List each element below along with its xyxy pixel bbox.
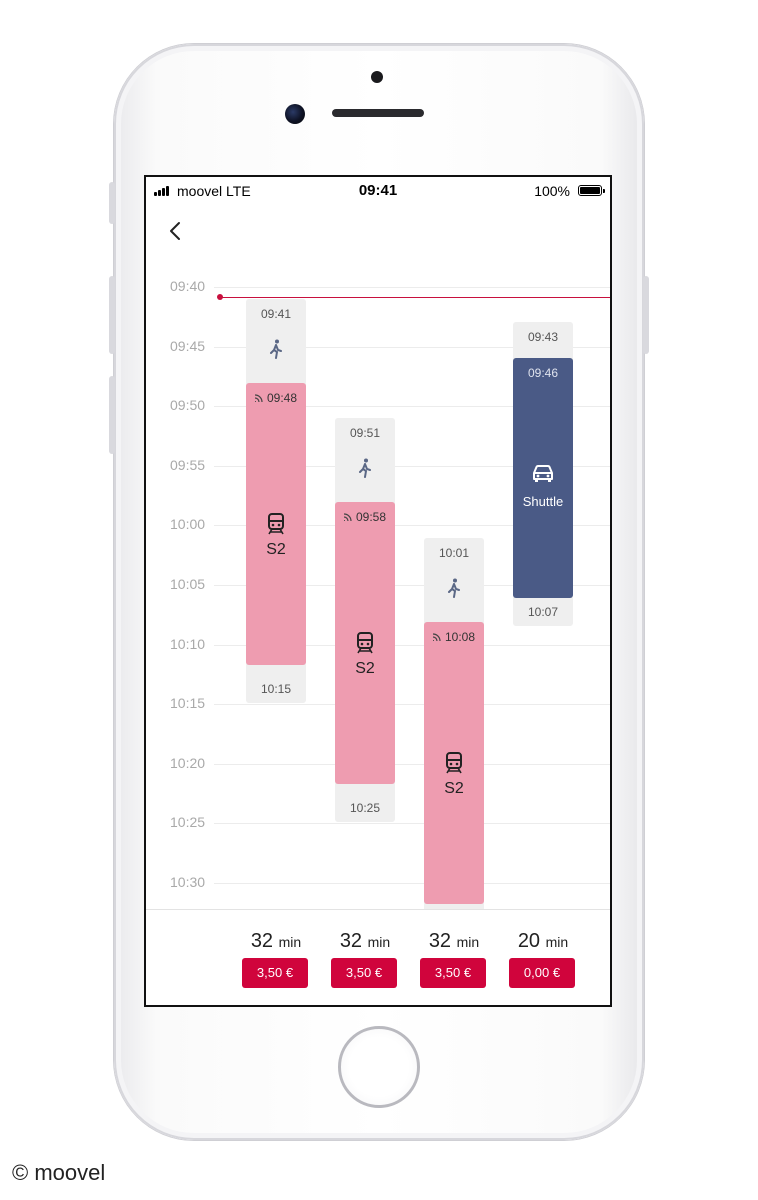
time-label: 09:45 xyxy=(170,337,206,354)
line-label: Shuttle xyxy=(522,494,564,509)
arrival-time: 10:07 xyxy=(527,605,559,619)
duration-label: 32 min xyxy=(250,930,302,952)
front-camera xyxy=(285,104,305,124)
line-label: S2 xyxy=(266,541,286,558)
mute-switch xyxy=(109,182,115,224)
car-icon xyxy=(533,465,553,482)
departure-time: 09:58 xyxy=(335,510,395,524)
time-label: 09:50 xyxy=(170,397,206,414)
realtime-signal-icon xyxy=(343,513,352,521)
earpiece-speaker xyxy=(332,109,424,117)
walking-person-icon xyxy=(359,458,371,478)
time-label: 10:00 xyxy=(170,516,206,533)
departure-time: 10:08 xyxy=(424,630,484,644)
battery-percent: 100% xyxy=(534,183,570,199)
departure-time: 09:46 xyxy=(527,366,559,380)
status-bar: moovel LTE 09:41 100% xyxy=(146,177,610,207)
time-label: 10:05 xyxy=(170,576,206,592)
gridline xyxy=(214,883,610,884)
time-label: 10:15 xyxy=(170,695,206,712)
copyright-notice: © moovel xyxy=(12,1160,106,1185)
train-icon xyxy=(357,632,373,654)
arrival-time: 10:15 xyxy=(260,682,292,696)
arrival-time: 10:25 xyxy=(349,801,381,815)
gridline xyxy=(214,704,610,706)
time-label: 10:20 xyxy=(170,754,206,771)
realtime-signal-icon xyxy=(432,633,441,641)
train-icon xyxy=(446,752,462,774)
price-button[interactable]: 3,50 € xyxy=(331,958,397,988)
line-label: S2 xyxy=(355,660,375,677)
price-button[interactable]: 0,00 € xyxy=(509,958,575,988)
shuttle-segment[interactable]: 09:46 Shuttle xyxy=(513,358,573,598)
time-label: 10:10 xyxy=(170,635,206,652)
time-label: 10:25 xyxy=(170,814,206,831)
train-segment[interactable]: 09:58 S2 xyxy=(335,502,395,784)
departure-time: 09:48 xyxy=(246,391,306,405)
gridline xyxy=(214,287,610,288)
duration-label: 20 min xyxy=(517,930,569,952)
volume-down-button xyxy=(109,376,115,454)
gridline xyxy=(214,763,610,765)
duration-label: 32 min xyxy=(428,930,480,952)
summary-footer: 32 min 3,50 € 32 min 3,50 € 32 min 3,50 … xyxy=(146,909,610,1005)
chevron-left-icon xyxy=(170,222,180,240)
duration-label: 32 min xyxy=(339,930,391,952)
walk-start-time: 09:41 xyxy=(260,307,292,321)
app-screen: moovel LTE 09:41 100% 09:40 09:45 09:50 09:… xyxy=(144,175,612,1007)
line-label: S2 xyxy=(444,780,464,797)
time-label: 10:30 xyxy=(170,874,206,890)
time-label: 09:40 xyxy=(170,278,206,294)
train-icon xyxy=(268,513,284,535)
home-button[interactable] xyxy=(338,1026,420,1108)
battery-icon xyxy=(578,185,605,196)
walking-person-icon xyxy=(270,339,282,359)
train-segment[interactable]: 09:48 S2 xyxy=(246,383,306,665)
walk-start-time: 10:01 xyxy=(438,546,470,560)
realtime-signal-icon xyxy=(254,394,263,402)
power-button xyxy=(643,276,649,354)
back-button[interactable] xyxy=(164,219,188,243)
gridline xyxy=(214,823,610,825)
timeline[interactable]: 09:40 09:45 09:50 09:55 10:00 10:05 10:10 10:15… xyxy=(146,267,610,909)
walk-start-time: 09:43 xyxy=(527,330,559,344)
volume-up-button xyxy=(109,276,115,354)
walking-person-icon xyxy=(448,578,460,598)
price-button[interactable]: 3,50 € xyxy=(420,958,486,988)
time-label: 09:55 xyxy=(170,456,206,473)
price-button[interactable]: 3,50 € xyxy=(242,958,308,988)
train-segment[interactable]: 10:08 S2 xyxy=(424,622,484,904)
current-time-marker xyxy=(217,294,223,300)
proximity-sensor xyxy=(371,71,383,83)
current-time-line xyxy=(220,297,610,298)
walk-start-time: 09:51 xyxy=(349,426,381,440)
